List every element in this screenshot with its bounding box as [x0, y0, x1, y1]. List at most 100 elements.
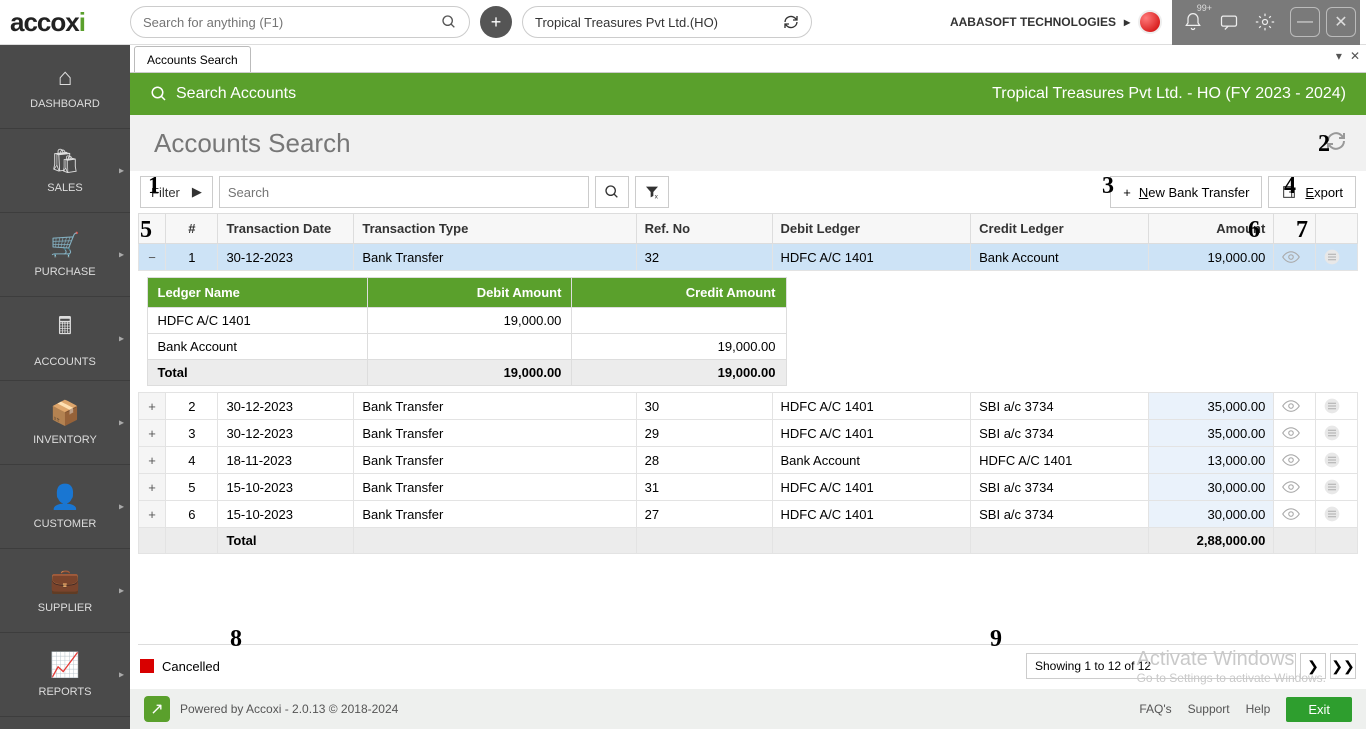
- global-search[interactable]: [130, 6, 470, 38]
- expand-toggle[interactable]: −: [139, 244, 166, 271]
- cell-date: 30-12-2023: [218, 244, 354, 271]
- clear-filter-button[interactable]: x: [635, 176, 669, 208]
- add-button[interactable]: +: [480, 6, 512, 38]
- close-button[interactable]: ✕: [1326, 7, 1356, 37]
- cell-amount: 30,000.00: [1148, 474, 1273, 501]
- sidebar-item-purchase[interactable]: 🛒PURCHASE▸: [0, 213, 130, 297]
- sidebar-item-sales[interactable]: 🛍 SALES ▸: [0, 129, 130, 213]
- nested-total-label: Total: [147, 360, 368, 386]
- cell-num: 4: [166, 447, 218, 474]
- cell-ref: 32: [636, 244, 772, 271]
- filter-button[interactable]: Filter ▶: [140, 176, 213, 208]
- company-picker[interactable]: Tropical Treasures Pvt Ltd.(HO): [522, 6, 812, 38]
- expand-toggle[interactable]: +: [139, 447, 166, 474]
- col-credit[interactable]: Credit Ledger: [971, 214, 1149, 244]
- cell-debit: HDFC A/C 1401: [772, 474, 971, 501]
- menu-icon[interactable]: [1316, 474, 1358, 501]
- chevron-right-icon: ▸: [1124, 15, 1130, 29]
- table-row[interactable]: − 1 30-12-2023 Bank Transfer 32 HDFC A/C…: [139, 244, 1358, 271]
- faqs-link[interactable]: FAQ's: [1139, 702, 1171, 716]
- menu-icon[interactable]: [1316, 420, 1358, 447]
- gear-icon[interactable]: [1248, 5, 1282, 39]
- cell-type: Bank Transfer: [354, 474, 636, 501]
- cell-debit: HDFC A/C 1401: [772, 244, 971, 271]
- tab-dropdown-icon[interactable]: ▾: [1336, 49, 1342, 63]
- col-type[interactable]: Transaction Type: [354, 214, 636, 244]
- expand-toggle[interactable]: +: [139, 420, 166, 447]
- help-link[interactable]: Help: [1246, 702, 1271, 716]
- col-ref[interactable]: Ref. No: [636, 214, 772, 244]
- sync-icon[interactable]: [783, 14, 799, 30]
- bell-icon[interactable]: 99+: [1176, 5, 1210, 39]
- export-label: Export: [1305, 185, 1343, 200]
- table-row[interactable]: + 6 15-10-2023 Bank Transfer 27 HDFC A/C…: [139, 501, 1358, 528]
- minimize-button[interactable]: —: [1290, 7, 1320, 37]
- menu-icon[interactable]: [1316, 501, 1358, 528]
- view-icon[interactable]: [1274, 474, 1316, 501]
- cell-debit: HDFC A/C 1401: [772, 393, 971, 420]
- tab-close-icon[interactable]: ✕: [1350, 49, 1360, 63]
- sidebar-item-inventory[interactable]: 📦INVENTORY▸: [0, 381, 130, 465]
- search-go-button[interactable]: [595, 176, 629, 208]
- sidebar-item-dashboard[interactable]: ⌂DASHBOARD: [0, 45, 130, 129]
- avatar[interactable]: [1138, 10, 1162, 34]
- cell-type: Bank Transfer: [354, 420, 636, 447]
- chevron-right-icon: ▸: [119, 165, 124, 176]
- nested-name: HDFC A/C 1401: [147, 308, 368, 334]
- cell-amount: 30,000.00: [1148, 501, 1273, 528]
- export-button[interactable]: Export: [1268, 176, 1356, 208]
- filter-search[interactable]: [219, 176, 589, 208]
- cell-num: 1: [166, 244, 218, 271]
- refresh-icon[interactable]: [1324, 129, 1348, 153]
- sidebar-item-customer[interactable]: 👤CUSTOMER▸: [0, 465, 130, 549]
- view-icon[interactable]: [1274, 447, 1316, 474]
- expand-toggle[interactable]: +: [139, 474, 166, 501]
- menu-icon[interactable]: [1316, 244, 1358, 271]
- sidebar-label: REPORTS: [39, 686, 92, 698]
- menu-icon[interactable]: [1316, 393, 1358, 420]
- chat-icon[interactable]: [1212, 5, 1246, 39]
- table-row[interactable]: + 5 15-10-2023 Bank Transfer 31 HDFC A/C…: [139, 474, 1358, 501]
- search-icon[interactable]: [441, 14, 457, 30]
- expand-toggle[interactable]: +: [139, 501, 166, 528]
- new-bank-transfer-button[interactable]: + New Bank Transfer: [1110, 176, 1262, 208]
- sidebar-label: DASHBOARD: [30, 98, 100, 110]
- expand-toggle[interactable]: +: [139, 393, 166, 420]
- sidebar-label: SALES: [47, 182, 82, 194]
- cell-ref: 29: [636, 420, 772, 447]
- exit-button[interactable]: Exit: [1286, 697, 1352, 722]
- nested-ledger: Ledger NameDebit AmountCredit Amount HDF…: [147, 277, 1350, 386]
- col-debit[interactable]: Debit Ledger: [772, 214, 971, 244]
- sidebar-item-supplier[interactable]: 💼SUPPLIER▸: [0, 549, 130, 633]
- sidebar: ⌂DASHBOARD 🛍 SALES ▸ 🛒PURCHASE▸🖩ACCOUNTS▸📦IN…: [0, 45, 130, 729]
- table-row[interactable]: + 3 30-12-2023 Bank Transfer 29 HDFC A/C…: [139, 420, 1358, 447]
- menu-icon[interactable]: [1316, 447, 1358, 474]
- tab-accounts-search[interactable]: Accounts Search: [134, 46, 251, 72]
- page-title-area: Accounts Search: [130, 115, 1366, 171]
- pager-last-button[interactable]: ❯❯: [1330, 653, 1356, 679]
- grid-wrap[interactable]: # Transaction Date Transaction Type Ref.…: [138, 213, 1358, 645]
- section-header: Search Accounts Tropical Treasures Pvt L…: [130, 73, 1366, 115]
- col-amount[interactable]: Amount: [1148, 214, 1273, 244]
- view-icon[interactable]: [1274, 393, 1316, 420]
- sidebar-icon: 📈: [50, 651, 80, 680]
- sidebar-icon: 🛍: [50, 147, 80, 176]
- cell-amount: 35,000.00: [1148, 420, 1273, 447]
- col-date[interactable]: Transaction Date: [218, 214, 354, 244]
- sidebar-item-reports[interactable]: 📈REPORTS▸: [0, 633, 130, 717]
- table-row[interactable]: + 2 30-12-2023 Bank Transfer 30 HDFC A/C…: [139, 393, 1358, 420]
- sidebar-item-accounts[interactable]: 🖩ACCOUNTS▸: [0, 297, 130, 381]
- view-icon[interactable]: [1274, 244, 1316, 271]
- sidebar-icon: 💼: [50, 567, 80, 596]
- view-icon[interactable]: [1274, 420, 1316, 447]
- pager-next-button[interactable]: ❯: [1300, 653, 1326, 679]
- legend-cancelled: Cancelled: [140, 659, 220, 674]
- view-icon[interactable]: [1274, 501, 1316, 528]
- sidebar-label: ACCOUNTS: [34, 356, 96, 368]
- user-block[interactable]: AABASOFT TECHNOLOGIES ▸: [950, 10, 1162, 34]
- support-link[interactable]: Support: [1188, 702, 1230, 716]
- table-row[interactable]: + 4 18-11-2023 Bank Transfer 28 Bank Acc…: [139, 447, 1358, 474]
- global-search-input[interactable]: [143, 15, 441, 30]
- filter-search-input[interactable]: [220, 177, 588, 207]
- col-num[interactable]: #: [166, 214, 218, 244]
